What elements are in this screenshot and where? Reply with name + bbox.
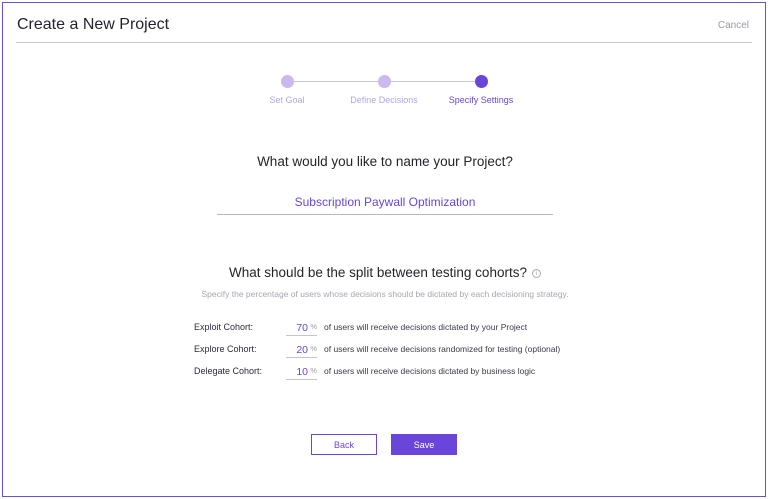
project-name-field (217, 191, 553, 215)
cohort-percent-field: % (286, 318, 317, 337)
cohort-description: of users will receive decisions dictated… (324, 366, 536, 376)
split-question-text: What should be the split between testing… (229, 265, 527, 280)
step-label-define-decisions[interactable]: Define Decisions (350, 95, 418, 105)
explore-percent-input[interactable] (286, 341, 308, 359)
cohort-description: of users will receive decisions randomiz… (324, 344, 561, 354)
split-hint: Specify the percentage of users whose de… (201, 289, 569, 299)
cohort-label: Exploit Cohort: (194, 322, 254, 332)
project-name-input[interactable] (217, 191, 553, 213)
percent-sign: % (310, 322, 317, 331)
exploit-percent-input[interactable] (286, 319, 308, 337)
cohort-label: Explore Cohort: (194, 344, 257, 354)
cancel-link[interactable]: Cancel (718, 20, 749, 31)
cohort-percent-field: % (286, 362, 317, 381)
cohort-list: Exploit Cohort: % of users will receive … (194, 318, 614, 384)
percent-sign: % (310, 366, 317, 375)
save-button[interactable]: Save (391, 434, 457, 455)
step-connector-1 (293, 81, 379, 82)
split-question: What should be the split between testing… (3, 265, 767, 280)
cohort-label: Delegate Cohort: (194, 366, 263, 376)
modal-header: Create a New Project Cancel (16, 3, 752, 43)
cohort-row-exploit: Exploit Cohort: % of users will receive … (194, 318, 614, 340)
step-dot-define-decisions[interactable] (378, 75, 391, 88)
step-connector-2 (390, 81, 476, 82)
step-label-specify-settings[interactable]: Specify Settings (449, 95, 514, 105)
delegate-percent-input[interactable] (286, 363, 308, 381)
cohort-percent-field: % (286, 340, 317, 359)
progress-stepper: Set Goal Define Decisions Specify Settin… (3, 73, 767, 113)
step-dot-set-goal[interactable] (281, 75, 294, 88)
percent-sign: % (310, 344, 317, 353)
project-name-question: What would you like to name your Project… (257, 154, 513, 169)
info-icon[interactable]: i (531, 269, 541, 278)
back-button[interactable]: Back (311, 434, 377, 455)
cohort-row-delegate: Delegate Cohort: % of users will receive… (194, 362, 614, 384)
step-dot-specify-settings[interactable] (475, 75, 488, 88)
modal-frame: Create a New Project Cancel Set Goal Def… (2, 2, 766, 497)
step-label-set-goal[interactable]: Set Goal (269, 95, 304, 105)
cohort-row-explore: Explore Cohort: % of users will receive … (194, 340, 614, 362)
cohort-description: of users will receive decisions dictated… (324, 322, 528, 332)
page-title: Create a New Project (17, 16, 170, 33)
